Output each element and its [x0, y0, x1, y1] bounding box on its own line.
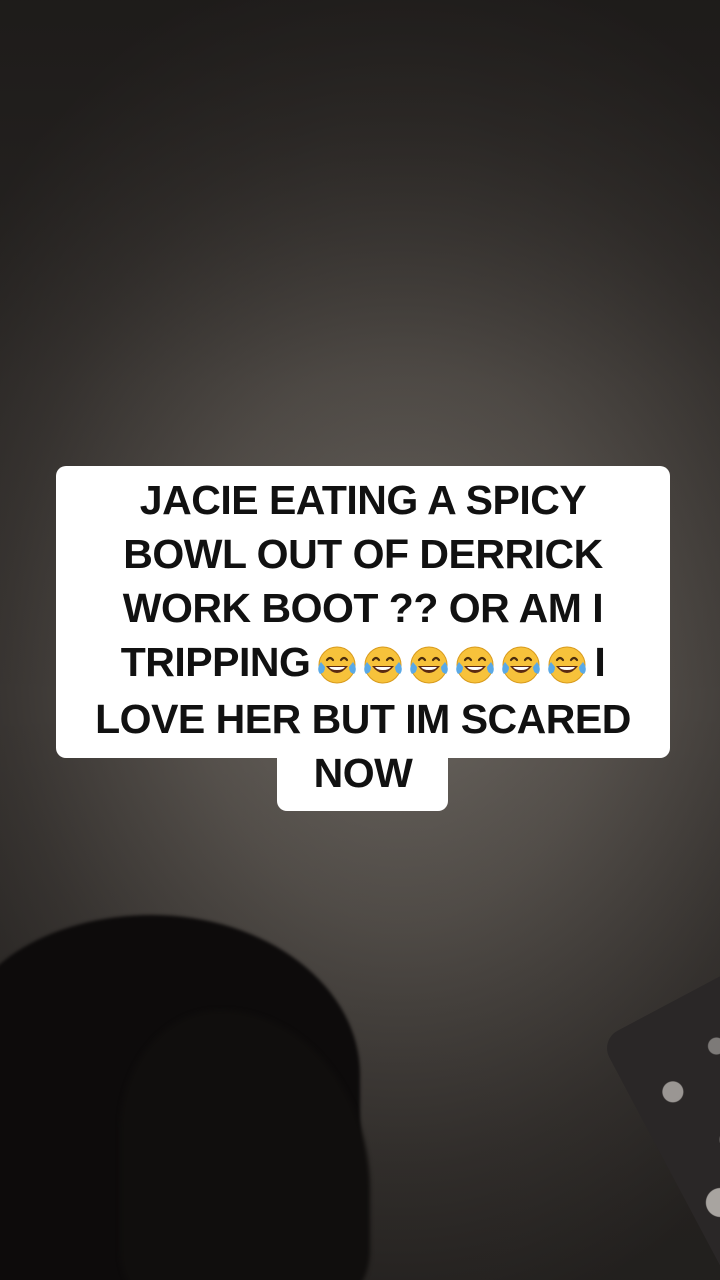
caption-line-3: WORK BOOT ?? OR AM I — [122, 585, 604, 631]
face-with-tears-of-joy-icon — [364, 646, 403, 684]
caption-text: JACIE EATING A SPICY BOWL OUT OF DERRICK… — [56, 473, 670, 800]
video-frame: JACIE EATING A SPICY BOWL OUT OF DERRICK… — [0, 0, 720, 1280]
caption-line-6: NOW — [313, 750, 413, 797]
caption-line-4: TRIPPING I — [56, 635, 670, 692]
face-with-tears-of-joy-icon — [456, 646, 495, 684]
caption-line-2: BOWL OUT OF DERRICK — [123, 531, 603, 577]
emoji-row — [314, 638, 590, 692]
caption-line-5: LOVE HER BUT IM SCARED — [95, 696, 631, 743]
caption-line-4-start: TRIPPING — [120, 639, 311, 685]
face-with-tears-of-joy-icon — [548, 646, 587, 684]
caption-line-4-end: I — [594, 639, 606, 685]
caption-line-1: JACIE EATING A SPICY — [139, 477, 587, 523]
face-with-tears-of-joy-icon — [502, 646, 541, 684]
face-with-tears-of-joy-icon — [410, 646, 449, 684]
face-with-tears-of-joy-icon — [318, 646, 357, 684]
